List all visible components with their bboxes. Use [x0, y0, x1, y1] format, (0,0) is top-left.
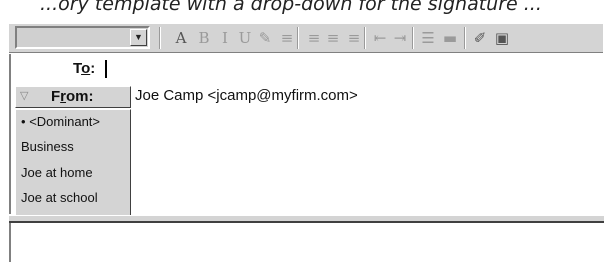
decrease-indent-icon[interactable]: ⇤	[371, 28, 389, 48]
menu-item-joe-at-home[interactable]: Joe at home	[21, 165, 93, 180]
menu-item-business[interactable]: Business	[21, 139, 74, 154]
increase-indent-icon[interactable]: ⇥	[391, 28, 409, 48]
font-size-icon[interactable]: A	[172, 28, 190, 48]
toolbar-separator	[159, 27, 161, 49]
insert-line-icon[interactable]: ▬	[441, 28, 459, 48]
caption-text: ...ory template with a drop-down for the…	[40, 0, 542, 15]
underline-icon[interactable]: U	[236, 28, 254, 48]
strikethrough-icon[interactable]: ≡	[278, 28, 296, 48]
signature-icon[interactable]: ✐	[471, 28, 489, 48]
menu-item-dominant[interactable]: • <Dominant>	[21, 114, 100, 129]
color-icon[interactable]: ✎	[256, 28, 274, 48]
chevron-down-icon[interactable]: ▼	[130, 29, 147, 46]
from-label: From:	[51, 88, 94, 105]
pane-divider[interactable]	[9, 215, 604, 223]
formatting-toolbar: ▼ A B I U ✎ ≡ ≡ ≡ ≡ ⇤ ⇥ ☰ ▬ ✐ ▣	[9, 23, 603, 53]
bold-icon[interactable]: B	[195, 28, 213, 48]
toolbar-separator	[464, 27, 466, 49]
toolbar-separator	[364, 27, 366, 49]
caption-strip: ...ory template with a drop-down for the…	[0, 0, 604, 17]
message-body-area[interactable]	[9, 223, 604, 262]
italic-icon[interactable]: I	[216, 28, 234, 48]
toolbar-separator	[297, 27, 299, 49]
align-center-icon[interactable]: ≡	[324, 28, 342, 48]
from-dropdown-button[interactable]: ▽ From:	[15, 86, 131, 108]
align-right-icon[interactable]: ≡	[345, 28, 363, 48]
text-caret	[105, 60, 107, 78]
to-label[interactable]: To:	[73, 60, 95, 77]
menu-item-joe-at-school[interactable]: Joe at school	[21, 190, 98, 205]
from-dropdown-menu: • <Dominant> Business Joe at home Joe at…	[15, 109, 131, 216]
font-combo[interactable]: ▼	[15, 26, 150, 49]
template-icon[interactable]: ▣	[493, 28, 511, 48]
align-left-icon[interactable]: ≡	[305, 28, 323, 48]
bullets-icon[interactable]: ☰	[419, 28, 437, 48]
selected-bullet-icon: •	[21, 114, 26, 129]
dropdown-triangle-icon: ▽	[20, 90, 29, 102]
toolbar-separator	[412, 27, 414, 49]
from-value: Joe Camp <jcamp@myfirm.com>	[135, 87, 358, 104]
